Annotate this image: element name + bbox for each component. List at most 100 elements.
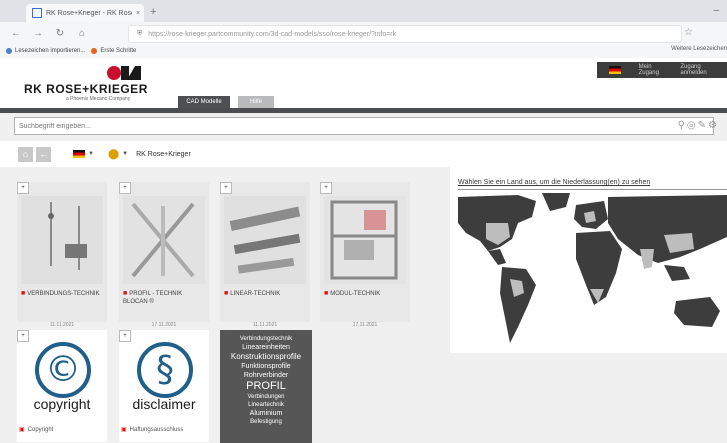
- copyright-caption: ▣ Copyright: [19, 426, 53, 433]
- disclaimer-card[interactable]: + § disclaimer ▣ Haftungsausschluss: [119, 330, 209, 442]
- chevron-down-icon[interactable]: ▼: [88, 151, 94, 157]
- language-flag-icon[interactable]: [73, 150, 85, 158]
- shield-icon: ⛨: [137, 30, 143, 37]
- document-icon: ▣: [121, 427, 127, 433]
- search-input[interactable]: [14, 117, 714, 135]
- bookmark-star-icon[interactable]: ☆: [684, 27, 693, 38]
- folder-icon: ■: [123, 290, 128, 297]
- disclaimer-caption-text: Haftungsausschluss: [129, 427, 184, 433]
- home-icon[interactable]: ⌂: [76, 28, 88, 39]
- tab-help[interactable]: Hilfe: [238, 96, 274, 108]
- disclaimer-caption: ▣ Haftungsausschluss: [121, 426, 183, 433]
- tab-cad-models[interactable]: CAD Modelle: [178, 96, 230, 108]
- my-account-link[interactable]: Mein Zugang: [639, 64, 673, 76]
- category-label: VERBINDUNGS-TECHNIK: [27, 291, 100, 297]
- forward-arrow-icon[interactable]: →: [32, 28, 44, 39]
- search-tools: ⚲◎✎⚙: [678, 120, 719, 131]
- logo-tagline: a Phoenix Mecano Company: [66, 96, 131, 102]
- tag-cloud-item[interactable]: Befestigung: [220, 419, 312, 425]
- minimize-window-icon[interactable]: –: [713, 5, 719, 16]
- map-title: Wählen Sie ein Land aus, um die Niederla…: [458, 179, 651, 186]
- account-bar: Mein Zugang Zugang anmelden: [597, 62, 727, 78]
- close-tab-icon[interactable]: ×: [132, 10, 144, 17]
- bookmark-getting-started-label: Erste Schritte: [100, 48, 137, 54]
- tag-cloud-item[interactable]: Lineareinheiten: [220, 344, 312, 351]
- favicon-icon: [32, 8, 42, 18]
- category-image: [21, 196, 103, 284]
- tag-cloud-item[interactable]: Funktionsprofile: [220, 363, 312, 370]
- category-label: PROFIL - TECHNIK BLOCAN ®: [123, 291, 183, 305]
- folder-icon: ■: [21, 290, 26, 297]
- map-divider: [458, 189, 727, 190]
- tag-cloud-item[interactable]: Rohrverbinder: [220, 372, 312, 379]
- copyright-icon: ©: [35, 342, 91, 398]
- expand-icon[interactable]: +: [119, 330, 131, 342]
- expand-icon[interactable]: +: [119, 182, 131, 194]
- category-card-profiltechnik[interactable]: + ■ PROFIL - TECHNIK BLOCAN ® 17.11.2021: [119, 182, 209, 328]
- tag-cloud-item[interactable]: Aluminium: [220, 410, 312, 417]
- logo-text[interactable]: RK ROSE+KRIEGER: [24, 82, 148, 96]
- pencil-icon[interactable]: ✎: [698, 120, 708, 131]
- access-link[interactable]: Zugang anmelden: [680, 64, 727, 76]
- map-footer-area: [450, 353, 727, 443]
- category-card-verbindungstechnik[interactable]: + ■ VERBINDUNGS-TECHNIK 11.11.2021: [17, 182, 107, 328]
- browser-tab[interactable]: RK Rose+Krieger - RK Rose+K... ×: [26, 4, 144, 22]
- category-image: [324, 196, 406, 284]
- category-card-modultechnik[interactable]: + ■ MODUL-TECHNIK 17.11.2021: [320, 182, 410, 328]
- category-label: MODUL-TECHNIK: [330, 291, 381, 297]
- category-date: 17.11.2021: [151, 322, 177, 328]
- browser-tab-bar: RK Rose+Krieger - RK Rose+K... × + –: [0, 0, 727, 22]
- chevron-down-icon[interactable]: ▼: [122, 151, 128, 157]
- back-button[interactable]: ←: [36, 146, 51, 162]
- other-bookmarks[interactable]: Weitere Lesezeichen: [671, 46, 727, 52]
- firefox-icon: [91, 48, 98, 54]
- tag-cloud-item[interactable]: Lineartechnik: [220, 402, 312, 408]
- rk-logo-icon: [107, 66, 141, 80]
- bookmark-getting-started[interactable]: Erste Schritte: [91, 48, 136, 54]
- world-map[interactable]: [458, 193, 727, 353]
- folder-icon: ■: [324, 290, 329, 297]
- disclaimer-word: disclaimer: [132, 396, 196, 412]
- category-name: ■ VERBINDUNGS-TECHNIK: [21, 290, 105, 298]
- copyright-word: copyright: [33, 396, 91, 412]
- camera-icon[interactable]: ◎: [687, 120, 698, 131]
- catalog-toolbar: ⌂ ← ▼ ⬤ ▼ RK Rose+Krieger: [0, 141, 727, 167]
- expand-icon[interactable]: +: [220, 182, 232, 194]
- address-bar[interactable]: ⛨ https://rose-krieger.partcommunity.com…: [128, 25, 682, 43]
- settings-icon[interactable]: ⚙: [708, 120, 719, 131]
- category-image: [123, 196, 205, 284]
- category-image: [224, 196, 306, 284]
- folder-icon[interactable]: ⬤: [108, 149, 119, 160]
- new-tab-button[interactable]: +: [150, 6, 156, 18]
- tag-cloud-item[interactable]: Konstruktionsprofile: [220, 353, 312, 361]
- expand-icon[interactable]: +: [17, 330, 29, 342]
- copyright-caption-text: Copyright: [27, 427, 54, 433]
- home-button[interactable]: ⌂: [18, 146, 33, 162]
- tag-cloud-item[interactable]: Verbindungen: [220, 394, 312, 400]
- category-card-lineartechnik[interactable]: + ■ LINEAR-TECHNIK 11.11.2021: [220, 182, 310, 328]
- paragraph-icon: §: [137, 342, 193, 398]
- bookmark-import[interactable]: Lesezeichen importieren...: [6, 48, 85, 54]
- category-name: ■ LINEAR-TECHNIK: [224, 290, 308, 298]
- breadcrumb[interactable]: RK Rose+Krieger: [136, 151, 191, 158]
- folder-icon: ■: [224, 290, 229, 297]
- back-arrow-icon[interactable]: ←: [10, 28, 22, 39]
- expand-icon[interactable]: +: [17, 182, 29, 194]
- german-flag-icon[interactable]: [609, 66, 621, 74]
- tag-cloud-item[interactable]: Verbindungstechnik: [220, 336, 312, 342]
- tag-cloud-item[interactable]: PROFIL: [220, 381, 312, 392]
- category-date: 11.11.2021: [49, 322, 75, 328]
- category-label: LINEAR-TECHNIK: [230, 291, 281, 297]
- image-search-icon[interactable]: ⚲: [678, 120, 687, 131]
- copyright-card[interactable]: + © copyright ▣ Copyright: [17, 330, 107, 442]
- reload-icon[interactable]: ↻: [54, 28, 66, 39]
- bookmark-import-label: Lesezeichen importieren...: [15, 48, 86, 54]
- category-name: ■ PROFIL - TECHNIK BLOCAN ®: [123, 290, 207, 306]
- document-icon: ▣: [19, 427, 25, 433]
- expand-icon[interactable]: +: [320, 182, 332, 194]
- map-region-germany[interactable]: [584, 211, 596, 223]
- tag-cloud-card[interactable]: Verbindungstechnik Lineareinheiten Konst…: [220, 330, 312, 443]
- category-date: 17.11.2021: [352, 322, 378, 328]
- browser-tab-title: RK Rose+Krieger - RK Rose+K...: [46, 9, 132, 17]
- address-url: https://rose-krieger.partcommunity.com/3…: [148, 30, 397, 38]
